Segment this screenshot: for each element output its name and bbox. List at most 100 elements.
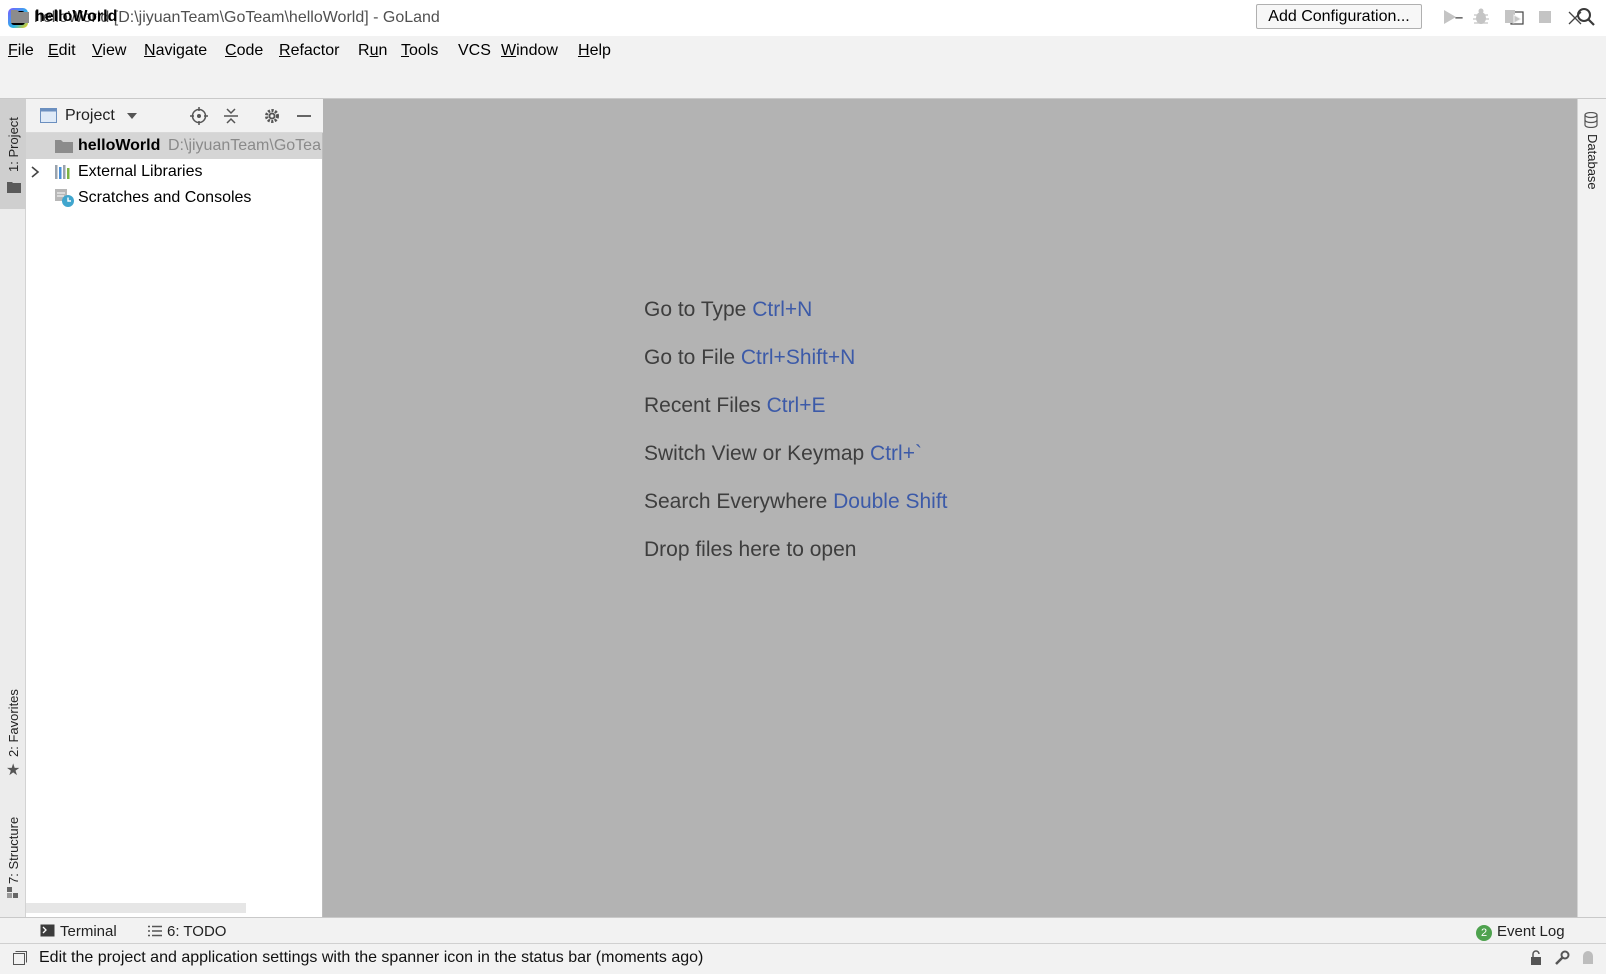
folder-icon bbox=[55, 140, 73, 153]
menu-code-label: ode bbox=[236, 42, 264, 59]
hint-recent-files: Recent Files Ctrl+E bbox=[644, 394, 826, 418]
bottom-tool-bar: Terminal 6: TODO 2 Event Log bbox=[0, 917, 1606, 943]
menu-view[interactable]: View bbox=[92, 42, 126, 60]
toggle-tool-windows-icon[interactable] bbox=[13, 951, 27, 965]
terminal-tab[interactable]: Terminal bbox=[40, 923, 117, 940]
menu-window[interactable]: Window bbox=[501, 42, 558, 60]
menu-window-mnemonic: W bbox=[501, 42, 517, 59]
stop-icon[interactable] bbox=[1534, 6, 1556, 28]
hint-go-to-type: Go to Type Ctrl+N bbox=[644, 298, 812, 322]
menu-navigate-label: avigate bbox=[155, 42, 208, 59]
right-tool-stripe bbox=[1577, 99, 1606, 917]
breadcrumb-project[interactable]: helloWorld bbox=[35, 8, 117, 26]
lock-icon[interactable] bbox=[1528, 950, 1544, 966]
folder-icon bbox=[11, 10, 29, 23]
hint-shortcut: Ctrl+E bbox=[766, 394, 826, 417]
project-panel bbox=[26, 99, 323, 917]
hint-search-everywhere: Search Everywhere Double Shift bbox=[644, 490, 948, 514]
tool-tab-project-label[interactable]: 1: Project bbox=[6, 117, 21, 172]
menu-view-mnemonic: V bbox=[92, 42, 103, 59]
menu-tools-mnemonic: T bbox=[401, 42, 409, 59]
hint-text: Search Everywhere bbox=[644, 490, 828, 513]
tree-item-label: External Libraries bbox=[78, 163, 203, 180]
hint-shortcut: Ctrl+` bbox=[870, 442, 922, 465]
menu-run[interactable]: Run bbox=[358, 42, 387, 60]
tree-item-helloworld[interactable]: helloWorld D:\jiyuanTeam\GoTeam\helloWor… bbox=[26, 133, 322, 159]
add-configuration-button[interactable]: Add Configuration... bbox=[1256, 4, 1422, 29]
run-icon[interactable] bbox=[1438, 6, 1460, 28]
hint-text: Go to File bbox=[644, 346, 736, 369]
menu-help[interactable]: Help bbox=[578, 42, 611, 60]
search-icon[interactable] bbox=[1575, 6, 1597, 28]
tree-item-external-libraries[interactable]: External Libraries bbox=[26, 159, 322, 185]
event-count-badge: 2 bbox=[1476, 925, 1492, 941]
hint-shortcut: Double Shift bbox=[833, 490, 948, 513]
locate-icon[interactable] bbox=[189, 106, 209, 126]
terminal-icon bbox=[40, 924, 55, 937]
menu-refactor-mnemonic: R bbox=[279, 42, 291, 59]
hint-go-to-file: Go to File Ctrl+Shift+N bbox=[644, 346, 855, 370]
menu-code[interactable]: Code bbox=[225, 42, 263, 60]
structure-icon bbox=[7, 887, 18, 898]
todo-list-icon bbox=[148, 925, 162, 937]
menu-tools-label: ools bbox=[409, 42, 439, 59]
todo-tab[interactable]: 6: TODO bbox=[148, 923, 226, 940]
star-icon: ★ bbox=[6, 762, 21, 779]
collapse-all-icon[interactable] bbox=[221, 106, 241, 126]
editor-empty-area[interactable]: Go to Type Ctrl+N Go to File Ctrl+Shift+… bbox=[323, 99, 1577, 917]
chevron-right-icon[interactable] bbox=[30, 166, 40, 178]
navigation-bar bbox=[0, 64, 1606, 99]
tree-item-label: helloWorld bbox=[78, 137, 161, 154]
hint-text: Go to Type bbox=[644, 298, 747, 321]
project-folder-icon bbox=[7, 182, 21, 193]
project-view-selector[interactable]: Project bbox=[65, 107, 115, 125]
menu-run-label: n bbox=[378, 42, 388, 59]
menu-help-label: elp bbox=[589, 42, 611, 59]
hint-switch-view: Switch View or Keymap Ctrl+` bbox=[644, 442, 922, 466]
menu-file-mnemonic: F bbox=[8, 42, 18, 59]
gear-icon[interactable] bbox=[262, 106, 282, 126]
hide-panel-icon[interactable] bbox=[294, 106, 314, 126]
hint-shortcut: Ctrl+Shift+N bbox=[740, 346, 856, 369]
run-with-coverage-icon[interactable] bbox=[1502, 6, 1524, 28]
tool-tab-structure[interactable]: 7: Structure bbox=[6, 817, 21, 884]
terminal-tab-label: Terminal bbox=[60, 923, 117, 940]
menu-edit-mnemonic: E bbox=[48, 42, 59, 59]
menu-vcs[interactable]: VCS bbox=[458, 42, 491, 60]
chevron-down-icon[interactable] bbox=[126, 112, 138, 120]
menu-help-mnemonic: H bbox=[578, 42, 590, 59]
menu-edit-label: dit bbox=[58, 42, 76, 59]
database-icon bbox=[1584, 112, 1598, 128]
menu-refactor[interactable]: Refactor bbox=[279, 42, 339, 60]
hint-text: Drop files here to open bbox=[644, 538, 857, 561]
hint-text: Switch View or Keymap bbox=[644, 442, 865, 465]
hint-text: Recent Files bbox=[644, 394, 761, 417]
menu-view-label: iew bbox=[102, 42, 127, 59]
library-icon bbox=[55, 165, 70, 179]
tree-item-path: D:\jiyuanTeam\GoTeam\helloWorld bbox=[168, 137, 322, 154]
menu-tools[interactable]: Tools bbox=[401, 42, 438, 60]
horizontal-scrollbar[interactable] bbox=[26, 903, 246, 913]
menu-run-pre: R bbox=[358, 42, 370, 59]
tree-item-scratches[interactable]: Scratches and Consoles bbox=[26, 185, 322, 211]
inspector-icon[interactable] bbox=[1580, 950, 1596, 966]
scratches-icon bbox=[55, 189, 74, 207]
menu-window-label: indow bbox=[516, 42, 558, 59]
hint-drop-files: Drop files here to open bbox=[644, 538, 856, 562]
spanner-icon[interactable] bbox=[1554, 950, 1570, 966]
debug-icon[interactable] bbox=[1470, 6, 1492, 28]
menu-edit[interactable]: Edit bbox=[48, 42, 76, 60]
tool-tab-favorites[interactable]: 2: Favorites bbox=[6, 689, 21, 757]
tree-item-label: Scratches and Consoles bbox=[78, 189, 252, 206]
menu-code-mnemonic: C bbox=[225, 42, 237, 59]
todo-tab-label: 6: TODO bbox=[167, 923, 227, 940]
menu-vcs-label: VCS bbox=[458, 42, 491, 59]
menu-file[interactable]: File bbox=[8, 42, 34, 60]
menu-navigate[interactable]: Navigate bbox=[144, 42, 207, 60]
event-log-tab[interactable]: 2 Event Log bbox=[1476, 923, 1565, 941]
event-log-label: Event Log bbox=[1497, 923, 1565, 940]
menu-navigate-mnemonic: N bbox=[144, 42, 156, 59]
project-view-icon bbox=[40, 108, 57, 123]
tool-tab-database[interactable]: Database bbox=[1585, 134, 1600, 190]
status-message: Edit the project and application setting… bbox=[39, 949, 704, 966]
